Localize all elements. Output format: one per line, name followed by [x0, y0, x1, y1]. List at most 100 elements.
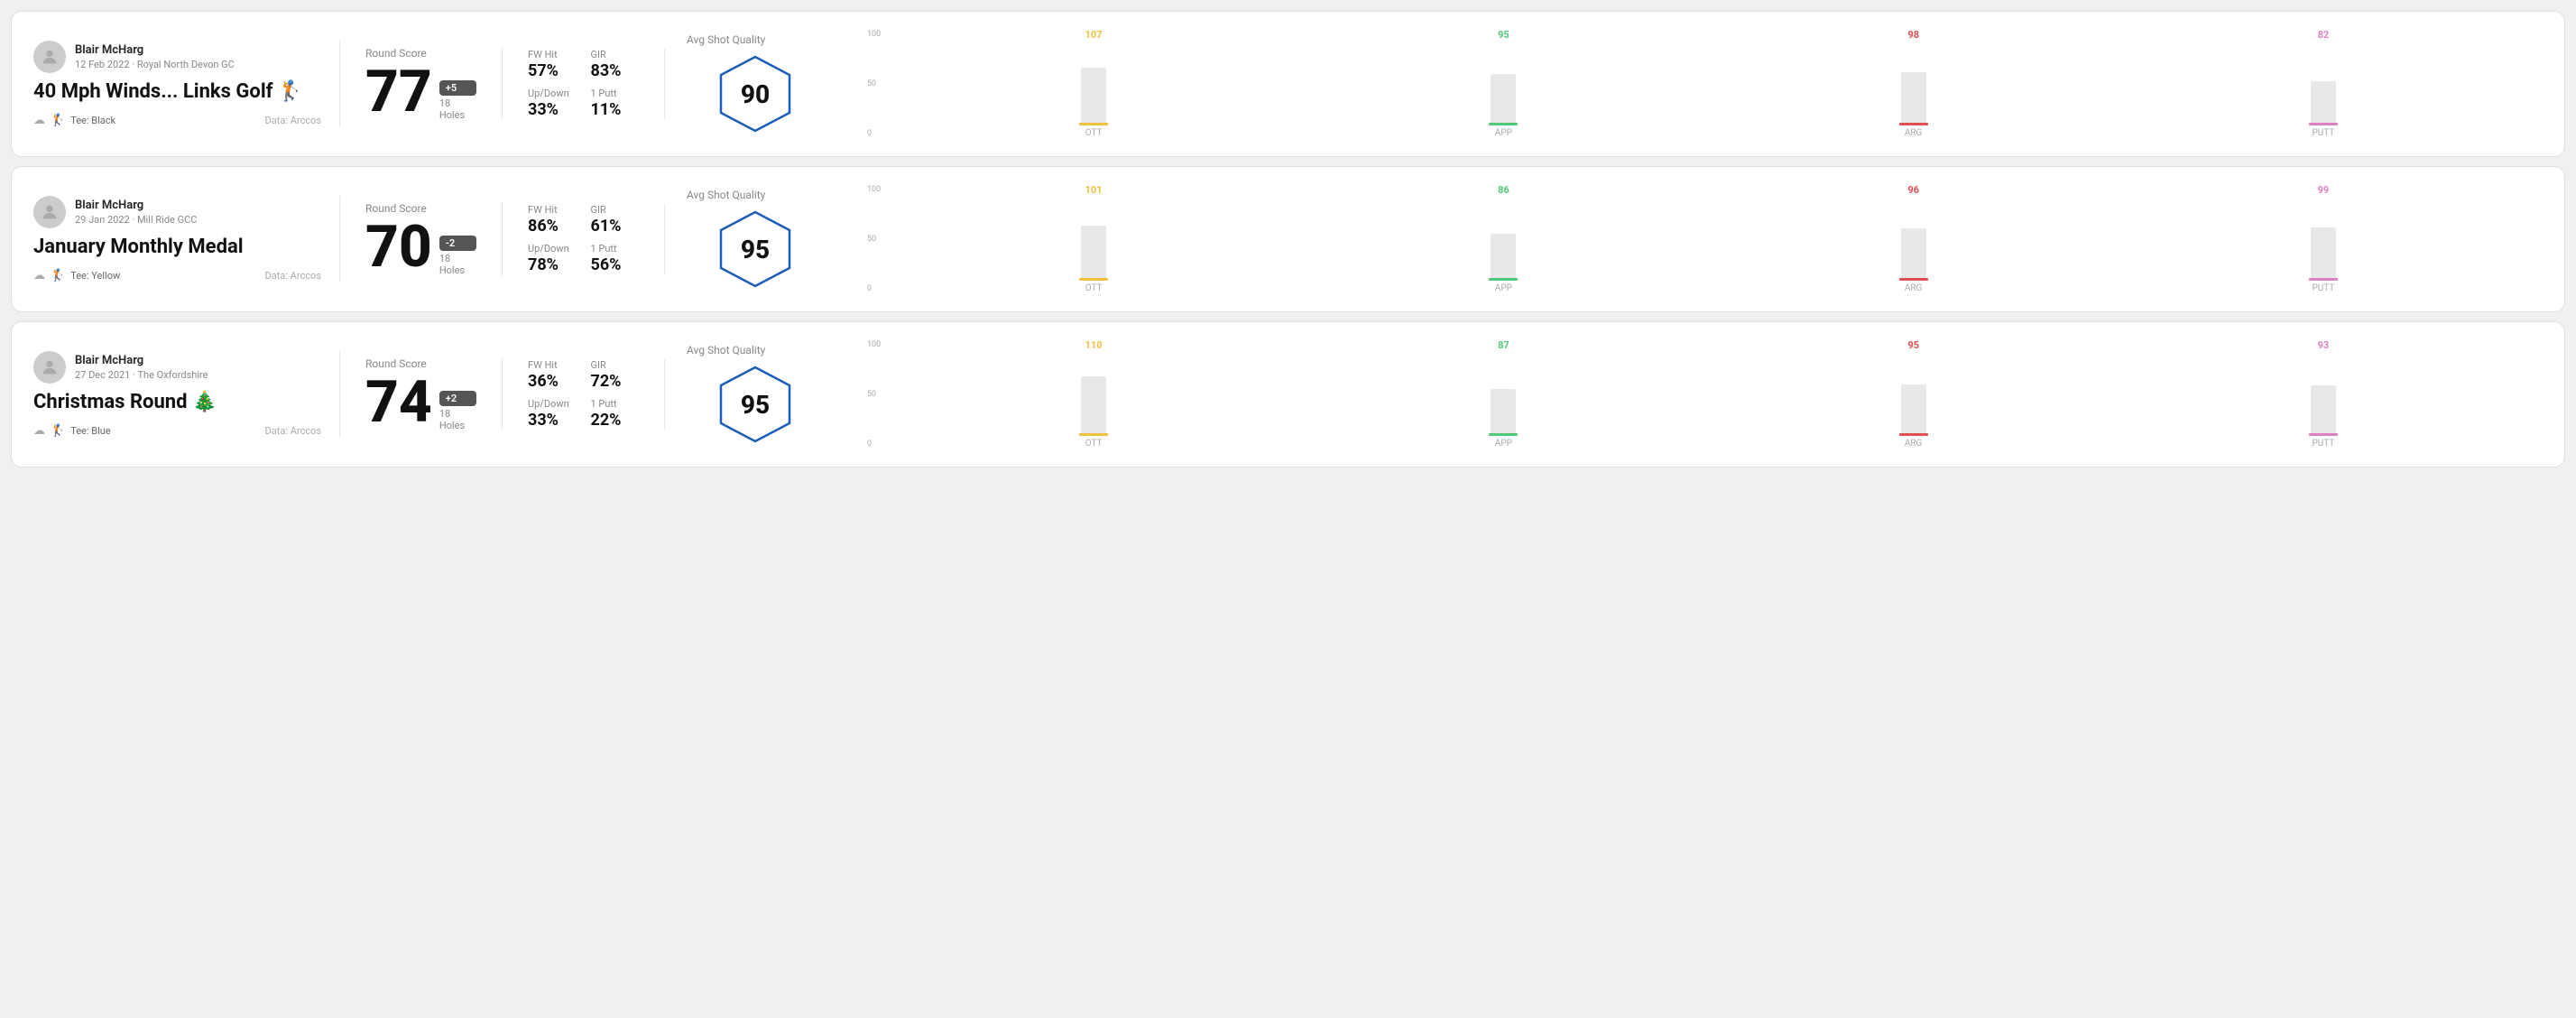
- left-section: Blair McHarg 12 Feb 2022 · Royal North D…: [33, 41, 340, 127]
- tee-label: Tee: Yellow: [70, 270, 120, 282]
- bottom-row: ☁ 🏌 Tee: Black Data: Arccos: [33, 114, 321, 127]
- chart-col-value: 101: [1085, 185, 1103, 195]
- chart-y-axis: 100 50 0: [867, 185, 889, 293]
- fw-hit-stat: FW Hit 57%: [528, 49, 577, 80]
- avatar: [33, 351, 66, 384]
- gir-stat: GIR 83%: [591, 49, 640, 80]
- fw-hit-value: 86%: [528, 217, 577, 236]
- user-info: Blair McHarg 29 Jan 2022 · Mill Ride GCC: [75, 199, 197, 226]
- stats-section: FW Hit 36% GIR 72% Up/Down 33% 1 Putt 22…: [503, 359, 665, 430]
- chart-col-value: 93: [2318, 340, 2330, 350]
- score-badge: +5: [439, 80, 476, 96]
- user-row: Blair McHarg 12 Feb 2022 · Royal North D…: [33, 41, 321, 73]
- chart-col-value: 95: [1907, 340, 1919, 350]
- date-course: 29 Jan 2022 · Mill Ride GCC: [75, 214, 197, 226]
- chart-column: 110 OTT: [889, 340, 1298, 449]
- chart-x-label: APP: [1495, 439, 1512, 449]
- chart-columns: 107 OTT 95 APP 98: [889, 30, 2528, 138]
- round-title: Christmas Round 🎄: [33, 391, 321, 413]
- user-name: Blair McHarg: [75, 199, 197, 214]
- hexagon-container: 95: [715, 208, 796, 290]
- chart-y-axis: 100 50 0: [867, 340, 889, 449]
- chart-column: 95 APP: [1298, 30, 1708, 138]
- chart-bar-area: [889, 352, 1298, 436]
- round-card: Blair McHarg 27 Dec 2021 · The Oxfordshi…: [11, 321, 2565, 467]
- round-card: Blair McHarg 29 Jan 2022 · Mill Ride GCC…: [11, 166, 2565, 312]
- score-row: 74 +2 18 Holes: [365, 374, 476, 431]
- avatar: [33, 41, 66, 73]
- stats-grid: FW Hit 36% GIR 72% Up/Down 33% 1 Putt 22…: [528, 359, 639, 430]
- chart-bar-area: [1709, 197, 2119, 281]
- quality-section: Avg Shot Quality 95: [665, 189, 845, 290]
- chart-column: 107 OTT: [889, 30, 1298, 138]
- chart-x-label: APP: [1495, 128, 1512, 138]
- chart-section: 100 50 0 107 OTT 95: [845, 30, 2543, 138]
- chart-col-value: 95: [1498, 30, 1510, 40]
- chart-column: 101 OTT: [889, 185, 1298, 293]
- gir-label: GIR: [591, 204, 640, 216]
- chart-x-label: ARG: [1905, 128, 1923, 138]
- holes-text: 18 Holes: [439, 97, 476, 121]
- score-row: 70 -2 18 Holes: [365, 218, 476, 276]
- chart-bar: [1491, 234, 1516, 281]
- bag-icon: 🏌: [51, 269, 65, 282]
- chart-bar-line: [1899, 278, 1928, 281]
- oneputt-label: 1 Putt: [591, 243, 640, 255]
- chart-bar-line: [1079, 123, 1108, 125]
- left-section: Blair McHarg 29 Jan 2022 · Mill Ride GCC…: [33, 196, 340, 282]
- date-course: 27 Dec 2021 · The Oxfordshire: [75, 369, 208, 381]
- chart-x-label: PUTT: [2312, 283, 2334, 293]
- oneputt-value: 22%: [591, 411, 640, 430]
- chart-col-value: 82: [2318, 30, 2330, 40]
- updown-stat: Up/Down 33%: [528, 398, 577, 430]
- bag-icon: 🏌: [51, 114, 65, 127]
- fw-hit-stat: FW Hit 36%: [528, 359, 577, 391]
- chart-bar: [2311, 81, 2336, 125]
- score-badge-holes: +5 18 Holes: [439, 80, 476, 121]
- chart-x-label: PUTT: [2312, 439, 2334, 449]
- quality-section: Avg Shot Quality 95: [665, 344, 845, 445]
- chart-section: 100 50 0 110 OTT 87: [845, 340, 2543, 449]
- cloud-icon: ☁: [33, 424, 45, 438]
- score-section: Round Score 74 +2 18 Holes: [340, 357, 503, 431]
- chart-column: 82 PUTT: [2119, 30, 2528, 138]
- chart-bar-line: [1489, 123, 1518, 125]
- chart-x-label: PUTT: [2312, 128, 2334, 138]
- tee-info: ☁ 🏌 Tee: Blue: [33, 424, 111, 438]
- quality-label: Avg Shot Quality: [687, 344, 765, 356]
- chart-column: 96 ARG: [1709, 185, 2119, 293]
- chart-column: 93 PUTT: [2119, 340, 2528, 449]
- chart-bar-line: [1079, 433, 1108, 436]
- chart-bar: [2311, 385, 2336, 436]
- bottom-row: ☁ 🏌 Tee: Blue Data: Arccos: [33, 424, 321, 438]
- chart-bar-area: [1298, 42, 1708, 125]
- gir-stat: GIR 72%: [591, 359, 640, 391]
- chart-bar: [1081, 226, 1106, 281]
- chart-bar: [1491, 389, 1516, 436]
- chart-column: 98 ARG: [1709, 30, 2119, 138]
- updown-value: 78%: [528, 255, 577, 274]
- data-source: Data: Arccos: [265, 115, 321, 126]
- quality-score: 95: [741, 390, 770, 420]
- chart-bar: [1081, 376, 1106, 436]
- chart-bar-line: [1079, 278, 1108, 281]
- chart-col-value: 98: [1907, 30, 1919, 40]
- quality-label: Avg Shot Quality: [687, 189, 765, 201]
- gir-label: GIR: [591, 359, 640, 371]
- tee-label: Tee: Blue: [70, 425, 111, 437]
- updown-label: Up/Down: [528, 243, 577, 255]
- score-section: Round Score 77 +5 18 Holes: [340, 47, 503, 121]
- chart-column: 86 APP: [1298, 185, 1708, 293]
- stats-grid: FW Hit 57% GIR 83% Up/Down 33% 1 Putt 11…: [528, 49, 639, 119]
- round-title: January Monthly Medal: [33, 236, 321, 258]
- date-course: 12 Feb 2022 · Royal North Devon GC: [75, 59, 235, 70]
- chart-bar-area: [2119, 197, 2528, 281]
- hexagon-container: 95: [715, 364, 796, 445]
- score-badge-holes: -2 18 Holes: [439, 236, 476, 276]
- chart-bar: [1491, 74, 1516, 125]
- bar-chart: 100 50 0 110 OTT 87: [867, 340, 2528, 449]
- user-row: Blair McHarg 29 Jan 2022 · Mill Ride GCC: [33, 196, 321, 228]
- user-icon: [40, 357, 60, 377]
- quality-section: Avg Shot Quality 90: [665, 33, 845, 134]
- chart-bar-area: [1709, 42, 2119, 125]
